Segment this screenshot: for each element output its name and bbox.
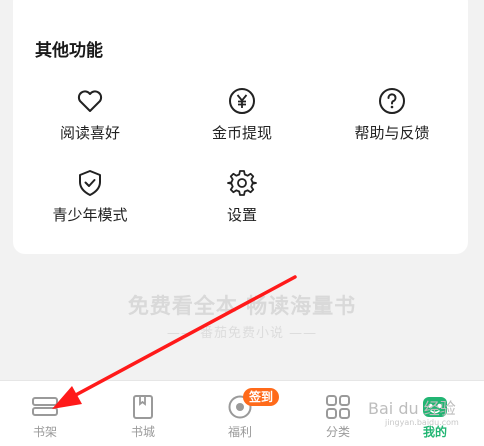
coin-withdraw-label: 金币提现 — [211, 124, 272, 142]
tab-bookstore[interactable]: 书城 — [113, 395, 173, 440]
tab-bookshelf[interactable]: 书架 — [15, 395, 75, 440]
help-feedback-button[interactable]: 帮助与反馈 — [332, 86, 452, 143]
bookshelf-icon — [32, 397, 58, 416]
slogan-main: 免费看全本 畅读海量书 — [127, 294, 357, 318]
settings-label: 设置 — [226, 206, 257, 224]
tab-bookshelf-label: 书架 — [32, 425, 57, 439]
watermark: Bai du 经验 — [368, 399, 456, 418]
section-title: 其他功能 — [35, 41, 103, 61]
heart-icon — [77, 90, 103, 112]
slogan-sub: —— 番茄免费小说 —— — [166, 326, 318, 341]
coin-withdraw-button[interactable]: 金币提现 — [182, 86, 302, 143]
yen-coin-icon — [229, 88, 255, 114]
reading-preference-label: 阅读喜好 — [59, 124, 120, 142]
help-icon — [379, 88, 405, 114]
help-feedback-label: 帮助与反馈 — [354, 124, 430, 142]
tab-welfare-label: 福利 — [227, 425, 252, 439]
book-icon — [133, 395, 153, 419]
teen-mode-label: 青少年模式 — [52, 206, 128, 224]
gear-icon — [227, 170, 257, 196]
reading-preference-button[interactable]: 阅读喜好 — [30, 86, 150, 143]
teen-mode-button[interactable]: 青少年模式 — [30, 168, 150, 225]
tab-bookstore-label: 书城 — [130, 425, 155, 439]
tab-category[interactable]: 分类 — [308, 395, 368, 440]
checkin-badge: 签到 — [243, 388, 280, 406]
watermark-sub: jingyan.baidu.com — [385, 418, 459, 427]
shield-check-icon — [79, 170, 101, 196]
tab-category-label: 分类 — [325, 425, 350, 439]
grid-icon — [326, 395, 350, 419]
settings-button[interactable]: 设置 — [182, 168, 302, 225]
